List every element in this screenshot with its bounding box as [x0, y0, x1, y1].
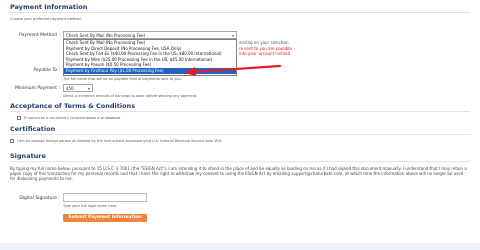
method-note-line3: into your account instead — [239, 51, 291, 56]
terms-checkbox[interactable] — [17, 116, 21, 120]
submit-payment-button[interactable]: Submit Payment Information — [63, 214, 147, 222]
payment-method-label: Payment Method : — [19, 33, 60, 38]
payment-option-fedex[interactable]: Check Sent by Fed Ex ($40.00 Processing … — [64, 51, 236, 57]
digital-signature-label: Digital Signature : — [19, 196, 60, 201]
chevron-down-icon: ▾ — [87, 86, 90, 91]
payment-info-subtitle: Choose your preferred payment method. — [10, 17, 82, 21]
terms-checkbox-label: Я прочитал и согласен с положениями и ус… — [24, 116, 122, 120]
terms-title: Acceptance of Terms & Conditions — [10, 102, 136, 110]
method-note-line1: ending on your selection. — [239, 40, 290, 45]
footer-strip — [0, 243, 480, 250]
esign-paragraph: By typing my full name below, pursuant t… — [10, 166, 467, 181]
certification-checkbox-label: I am an exempt foreign person as defined… — [17, 139, 223, 143]
payment-method-value: Check Sent By Mail (No Processing Fee) — [66, 33, 146, 38]
certification-checkbox[interactable] — [10, 139, 14, 143]
minimum-payment-note: Select a minimum amount of earnings to s… — [63, 94, 198, 98]
payable-to-note: The full name that will be on payable fi… — [63, 77, 182, 81]
minimum-payment-select[interactable]: $50 ▾ — [63, 84, 93, 92]
minimum-payment-value: $50 — [66, 86, 74, 91]
digital-signature-input[interactable] — [63, 193, 147, 202]
payable-to-label: Payable To : — [33, 68, 60, 73]
payment-method-select[interactable]: Check Sent By Mail (No Processing Fee) ▾ — [63, 31, 237, 39]
red-arrow-annotation — [184, 64, 282, 76]
chevron-down-icon: ▾ — [231, 33, 234, 38]
payment-info-title: Payment Information — [10, 3, 88, 11]
minimum-payment-label: Minimum Payment : — [15, 86, 60, 91]
certification-title: Certification — [10, 125, 56, 133]
signature-title: Signature — [10, 152, 46, 160]
digital-signature-hint: Type your full legal name here. — [63, 204, 118, 208]
